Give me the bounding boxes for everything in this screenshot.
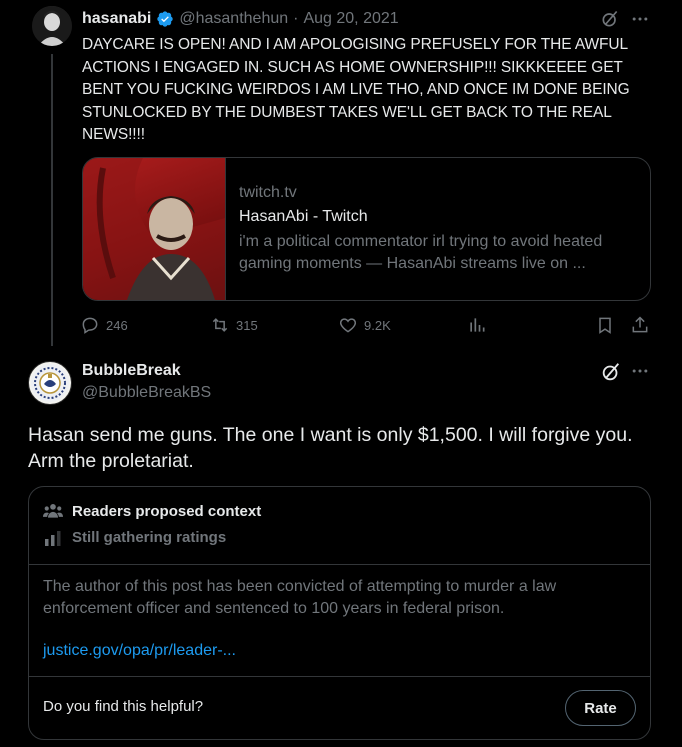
more-icon[interactable]: [630, 9, 650, 29]
more-icon[interactable]: [630, 361, 650, 381]
verified-badge-icon[interactable]: [156, 10, 174, 28]
reply-author-name[interactable]: BubbleBreak: [82, 362, 181, 380]
note-title-row: Readers proposed context: [43, 502, 261, 520]
parent-date[interactable]: Aug 20, 2021: [303, 10, 398, 28]
like-icon: [338, 315, 358, 335]
grok-icon[interactable]: [600, 361, 622, 383]
card-domain: twitch.tv: [239, 184, 297, 201]
card-description: i'm a political commentator irl trying t…: [239, 233, 603, 272]
note-header: Readers proposed context Still gathering…: [29, 487, 650, 565]
parent-author-name[interactable]: hasanabi: [82, 10, 151, 28]
reply-tweet-text: Hasan send me guns. The one I want is on…: [28, 424, 633, 472]
separator-dot: ·: [293, 10, 299, 27]
note-source-link[interactable]: justice.gov/opa/pr/leader-...: [43, 642, 236, 660]
grok-icon[interactable]: [600, 9, 620, 29]
bar-chart-icon: [45, 530, 61, 546]
repost-count: 315: [236, 317, 258, 333]
repost-icon: [210, 315, 230, 335]
reply-action[interactable]: 246: [80, 313, 128, 337]
reply-icon: [80, 315, 100, 335]
card-title: HasanAbi - Twitch: [239, 208, 368, 225]
parent-avatar[interactable]: [32, 6, 72, 46]
note-helpful-question: Do you find this helpful?: [43, 698, 204, 715]
views-icon[interactable]: [467, 315, 487, 335]
thread-line: [51, 54, 53, 346]
share-icon[interactable]: [630, 315, 650, 335]
card-thumbnail: [83, 158, 226, 300]
repost-action[interactable]: 315: [210, 313, 258, 337]
like-count: 9.2K: [364, 317, 391, 333]
people-icon: [43, 502, 63, 520]
note-status-row: Still gathering ratings: [43, 529, 226, 546]
note-status: Still gathering ratings: [72, 529, 227, 546]
rate-button[interactable]: Rate: [565, 690, 636, 726]
reply-count: 246: [106, 317, 128, 333]
reply-author-handle[interactable]: @BubbleBreakBS: [82, 384, 211, 402]
reply-avatar[interactable]: [28, 361, 72, 405]
note-title: Readers proposed context: [72, 502, 262, 520]
note-text: The author of this post has been convict…: [43, 578, 557, 617]
community-note: Readers proposed context Still gathering…: [28, 486, 651, 740]
parent-header: hasanabi @hasanthehun · Aug 20, 2021: [82, 8, 399, 30]
parent-handle[interactable]: @hasanthehun: [179, 10, 288, 28]
parent-tweet-text: DAYCARE IS OPEN! AND I AM APOLOGISING PR…: [82, 36, 630, 143]
note-body: The author of this post has been convict…: [29, 564, 650, 677]
link-card[interactable]: twitch.tv HasanAbi - Twitch i'm a politi…: [82, 157, 651, 301]
bookmark-icon[interactable]: [595, 315, 615, 335]
like-action[interactable]: 9.2K: [338, 313, 391, 337]
